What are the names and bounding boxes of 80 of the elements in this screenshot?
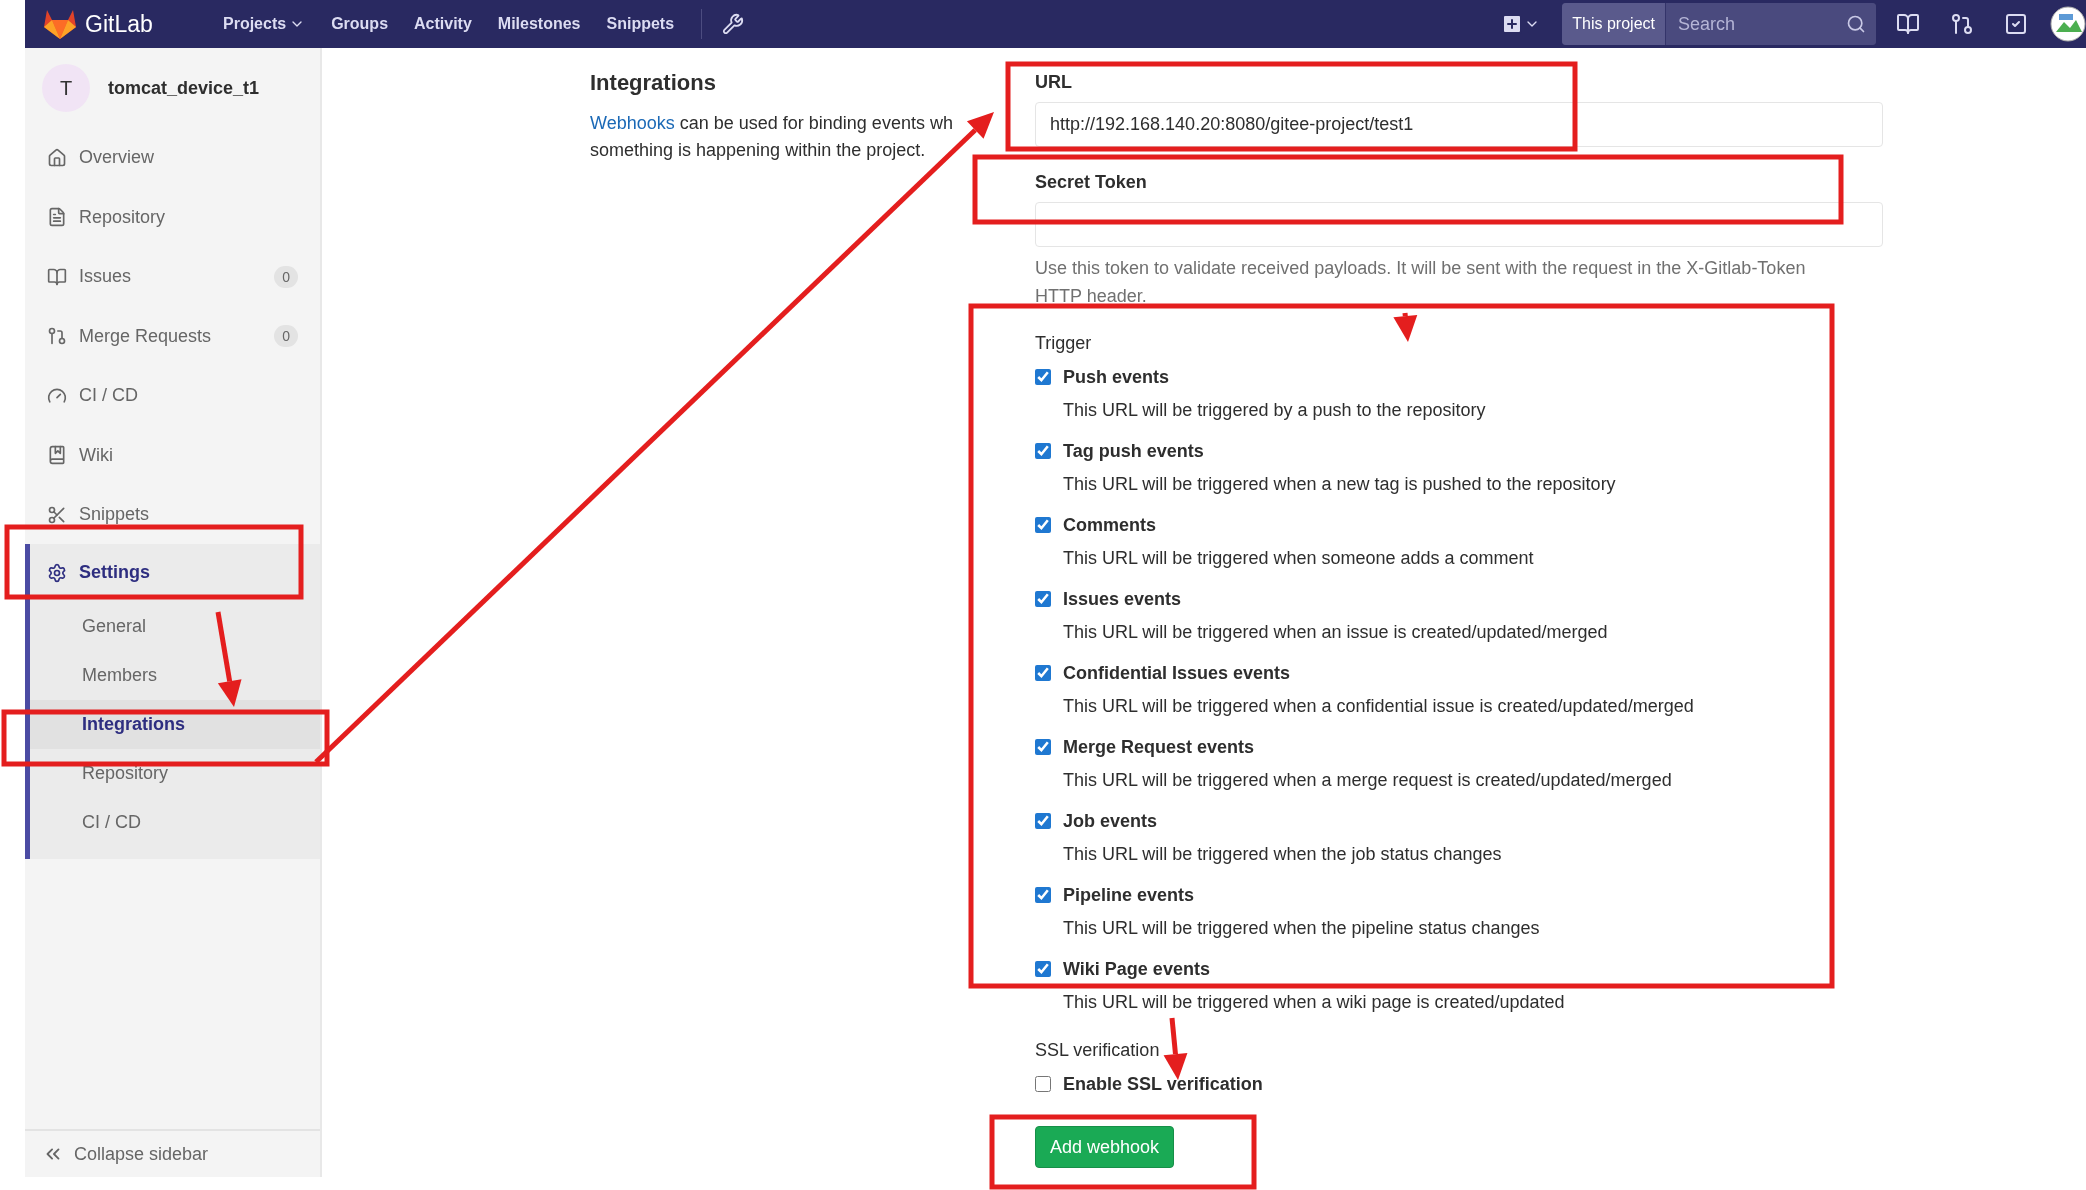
avatar-icon[interactable] bbox=[2050, 6, 2086, 42]
section-description: Webhooks can be used for binding events wh something is happening within the project. bbox=[590, 112, 954, 162]
help-text: Use this token to validate received payloads. It will be sent with the request in the X-Gitlab-Token HTTP header. bbox=[1035, 257, 1807, 308]
sidebar-item[interactable]: CI / CD bbox=[25, 366, 320, 426]
sidebar-item[interactable]: Settings bbox=[30, 543, 320, 602]
checkbox[interactable] bbox=[1035, 443, 1051, 459]
checkbox-label[interactable]: Comments bbox=[1063, 514, 1156, 536]
checkbox[interactable] bbox=[1035, 369, 1051, 385]
nav-link[interactable]: Activity bbox=[401, 15, 485, 33]
nav-link[interactable]: Milestones bbox=[484, 15, 594, 33]
field-label: Secret Token bbox=[1035, 171, 1147, 194]
collapse-sidebar-link[interactable]: Collapse sidebar bbox=[25, 1129, 320, 1177]
wrench-icon[interactable] bbox=[722, 13, 745, 35]
count-badge: 0 bbox=[274, 325, 298, 348]
url-field[interactable]: http://192.168.140.20:8080/gitee-project/test1 bbox=[1035, 102, 1883, 147]
sidebar-item[interactable]: Repository bbox=[25, 187, 320, 247]
checkbox[interactable] bbox=[1035, 665, 1051, 681]
sidebar-subitem[interactable]: General bbox=[30, 601, 320, 651]
checkbox[interactable] bbox=[1035, 739, 1051, 755]
event-description: This URL will be triggered when a confidential issue is created/updated/merged bbox=[1063, 695, 1695, 718]
section-title: Integrations bbox=[590, 70, 717, 96]
project-name[interactable]: tomcat_device_t1 bbox=[108, 77, 260, 99]
sidebar-item[interactable]: Overview bbox=[25, 128, 320, 188]
project-avatar[interactable]: T bbox=[42, 64, 90, 112]
house-icon bbox=[47, 147, 67, 168]
event-description: This URL will be triggered when a wiki page is created/updated bbox=[1063, 991, 1566, 1014]
checkbox-label[interactable]: Push events bbox=[1063, 366, 1170, 388]
event-description: This URL will be triggered when an issue is created/updated/merged bbox=[1063, 621, 1609, 644]
bookmark-icon bbox=[47, 445, 67, 466]
event-description: This URL will be triggered when a new tag is pushed to the repository bbox=[1063, 473, 1617, 496]
checkbox-label[interactable]: Issues events bbox=[1063, 588, 1182, 610]
search-field[interactable]: Search bbox=[1666, 3, 1876, 45]
checkbox-label[interactable]: Pipeline events bbox=[1063, 884, 1195, 906]
merge-request-icon bbox=[47, 326, 67, 347]
checkbox-label[interactable]: Wiki Page events bbox=[1063, 958, 1210, 980]
ssl-heading: SSL verification bbox=[1035, 1039, 1161, 1062]
checkbox[interactable] bbox=[1035, 813, 1051, 829]
field-label: URL bbox=[1035, 71, 1072, 94]
checkbox[interactable] bbox=[1035, 887, 1051, 903]
count-badge: 0 bbox=[274, 265, 298, 288]
sidebar-item[interactable]: Snippets bbox=[25, 485, 320, 545]
event-description: This URL will be triggered when someone adds a comment bbox=[1063, 547, 1535, 570]
checkbox[interactable] bbox=[1035, 517, 1051, 533]
checkbox-icon[interactable] bbox=[2004, 12, 2028, 36]
sidebar-subitem[interactable]: Integrations bbox=[30, 699, 320, 749]
document-icon bbox=[47, 207, 67, 228]
checkbox-label[interactable]: Tag push events bbox=[1063, 440, 1204, 462]
nav-link[interactable]: Snippets bbox=[593, 15, 688, 33]
sidebar-subitem[interactable]: Repository bbox=[30, 748, 320, 798]
nav-link[interactable]: Projects bbox=[210, 15, 319, 33]
checkbox-label[interactable]: Job events bbox=[1063, 810, 1158, 832]
sidebar-subitem[interactable]: Members bbox=[30, 650, 320, 700]
settings-icon bbox=[47, 562, 67, 583]
merge-request-icon[interactable] bbox=[1950, 12, 1974, 36]
checkbox[interactable] bbox=[1035, 961, 1051, 977]
event-description: This URL will be triggered when the pipeline status changes bbox=[1063, 917, 1541, 940]
brand-name[interactable]: GitLab bbox=[85, 10, 153, 38]
checkbox-label[interactable]: Merge Request events bbox=[1063, 736, 1255, 758]
fox-logo-icon[interactable] bbox=[43, 8, 77, 40]
search-icon bbox=[1846, 14, 1866, 34]
annotation-arrow bbox=[1393, 312, 1418, 342]
event-description: This URL will be triggered when the job status changes bbox=[1063, 843, 1503, 866]
webhooks-link[interactable]: Webhooks bbox=[590, 113, 675, 133]
checkbox-label[interactable]: Enable SSL verification bbox=[1063, 1073, 1263, 1095]
search-input[interactable]: Search bbox=[1676, 12, 1846, 36]
scissors-icon bbox=[47, 504, 67, 525]
checkbox[interactable] bbox=[1035, 591, 1051, 607]
trigger-heading: Trigger bbox=[1035, 332, 1093, 355]
checkbox-label[interactable]: Confidential Issues events bbox=[1063, 662, 1291, 684]
sidebar-item[interactable]: Issues 0 bbox=[25, 247, 320, 307]
book-icon bbox=[47, 266, 67, 287]
sidebar-item[interactable]: Wiki bbox=[25, 425, 320, 485]
sidebar-subitem[interactable]: CI / CD bbox=[30, 797, 320, 847]
book-icon[interactable] bbox=[1896, 12, 1920, 36]
nav-link[interactable]: Groups bbox=[318, 15, 402, 33]
sidebar-item[interactable]: Merge Requests 0 bbox=[25, 306, 320, 366]
event-description: This URL will be triggered when a merge request is created/updated/merged bbox=[1063, 769, 1673, 792]
checkbox[interactable] bbox=[1035, 1076, 1051, 1092]
search-scope[interactable]: This project bbox=[1562, 3, 1666, 45]
event-description: This URL will be triggered by a push to the repository bbox=[1063, 399, 1487, 422]
